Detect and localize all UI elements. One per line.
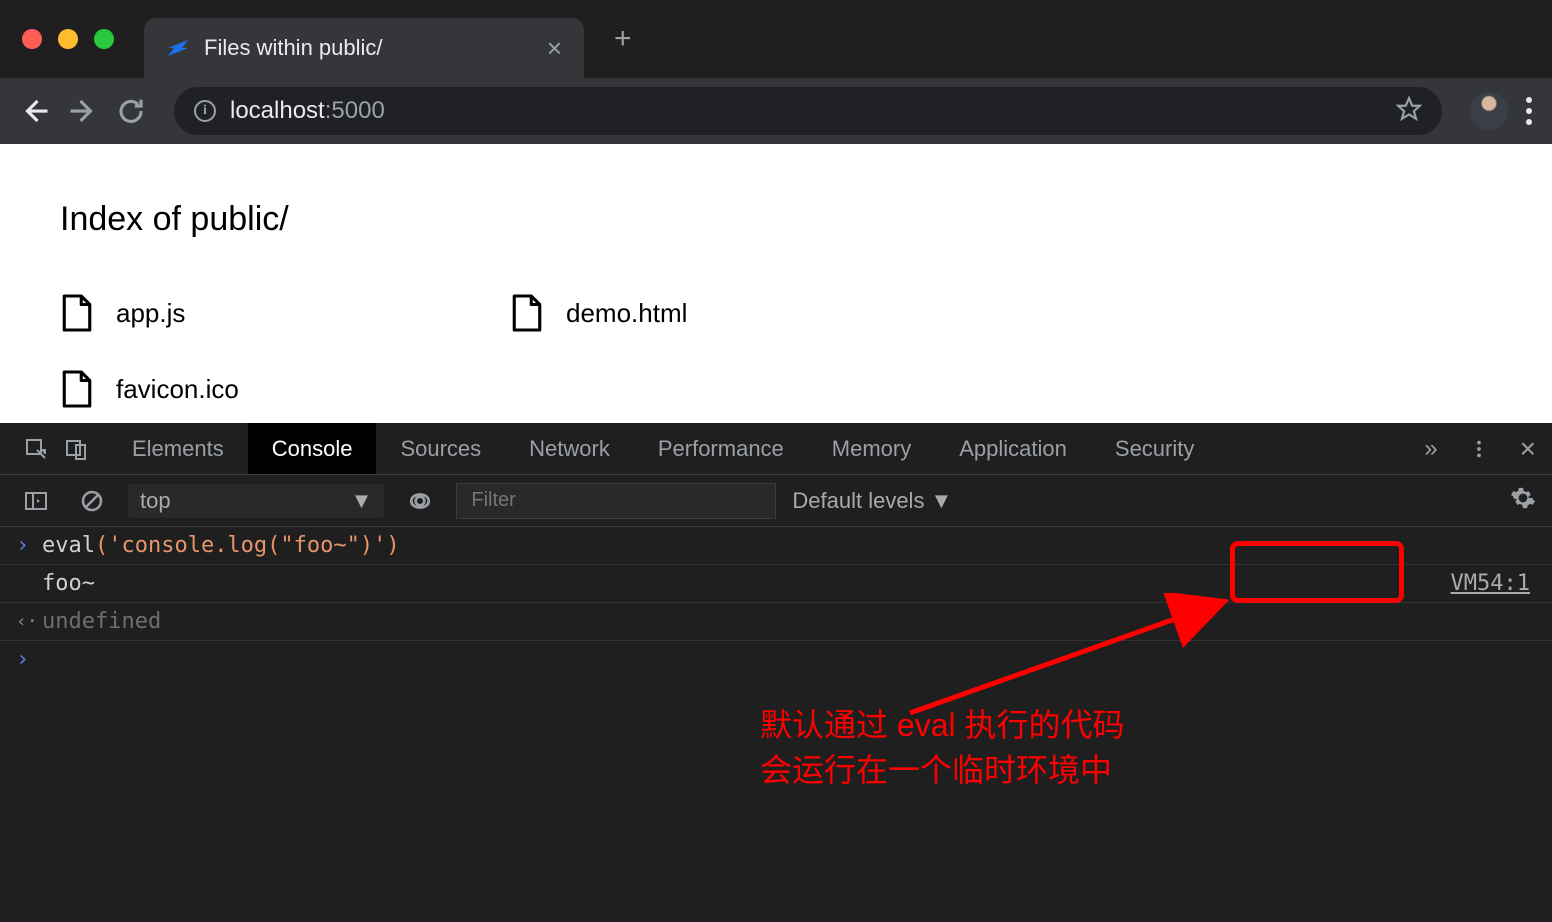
annotation-highlight-box	[1230, 541, 1404, 603]
console-log-text: foo~	[42, 571, 95, 596]
devtools-tab-memory[interactable]: Memory	[808, 423, 935, 474]
console-settings-icon[interactable]	[1510, 485, 1536, 516]
maximize-window-button[interactable]	[94, 29, 114, 49]
file-name: app.js	[116, 298, 185, 329]
devtools-tab-application[interactable]: Application	[935, 423, 1091, 474]
devtools-console-toolbar: top ▼ Default levels ▼	[0, 475, 1552, 527]
close-window-button[interactable]	[22, 29, 42, 49]
devtools-tabbar: Elements Console Sources Network Perform…	[0, 423, 1552, 475]
console-sidebar-toggle-icon[interactable]	[16, 475, 56, 526]
console-code: eval('console.log("foo~")')	[42, 533, 400, 558]
page-body: Index of public/ app.js demo.html favico…	[0, 144, 1552, 423]
console-return-line: ‹· undefined	[0, 603, 1552, 641]
log-levels-selector[interactable]: Default levels ▼	[792, 488, 952, 514]
bookmark-star-icon[interactable]	[1396, 96, 1422, 127]
devtools-close-button[interactable]: ×	[1520, 433, 1536, 465]
devtools-tab-security[interactable]: Security	[1091, 423, 1218, 474]
console-source-link[interactable]: VM54:1	[1451, 571, 1536, 596]
devtools-tab-console[interactable]: Console	[248, 423, 377, 474]
url-port: :5000	[325, 97, 385, 124]
devtools-more-tabs-icon[interactable]: »	[1424, 435, 1437, 463]
clear-console-icon[interactable]	[72, 475, 112, 526]
console-prompt[interactable]: ›	[0, 641, 1552, 678]
back-button[interactable]	[20, 96, 50, 126]
execution-context-selector[interactable]: top ▼	[128, 484, 384, 518]
devtools-tab-sources[interactable]: Sources	[376, 423, 505, 474]
live-expression-icon[interactable]	[400, 475, 440, 526]
forward-button[interactable]	[68, 96, 98, 126]
annotation-text: 默认通过 eval 执行的代码 会运行在一个临时环境中	[760, 703, 1125, 793]
console-return-value: undefined	[42, 609, 161, 634]
devtools-tab-network[interactable]: Network	[505, 423, 634, 474]
site-favicon-icon	[166, 36, 190, 60]
levels-label: Default levels	[792, 488, 924, 514]
chevron-down-icon: ▼	[351, 488, 373, 514]
inspect-element-icon[interactable]	[16, 423, 56, 474]
site-info-icon[interactable]: i	[194, 100, 216, 122]
return-chevron-icon: ‹·	[16, 611, 42, 632]
devtools-panel: Elements Console Sources Network Perform…	[0, 423, 1552, 922]
context-label: top	[140, 488, 171, 514]
annotation-line: 会运行在一个临时环境中	[760, 748, 1125, 793]
address-bar[interactable]: i localhost:5000	[174, 87, 1442, 135]
devtools-tab-elements[interactable]: Elements	[108, 423, 248, 474]
devtools-menu-icon[interactable]	[1468, 438, 1490, 460]
file-icon	[60, 293, 94, 333]
reload-button[interactable]	[116, 96, 146, 126]
file-link[interactable]: demo.html	[510, 293, 960, 333]
tab-close-button[interactable]: ×	[547, 33, 562, 64]
browser-toolbar: i localhost:5000	[0, 78, 1552, 144]
file-icon	[60, 369, 94, 409]
browser-menu-button[interactable]	[1526, 97, 1532, 125]
file-icon	[510, 293, 544, 333]
minimize-window-button[interactable]	[58, 29, 78, 49]
input-chevron-icon: ›	[16, 647, 42, 672]
console-filter-input[interactable]	[456, 483, 776, 519]
file-listing: app.js demo.html favicon.ico	[60, 293, 1492, 409]
profile-avatar[interactable]	[1470, 92, 1508, 130]
tab-title: Files within public/	[204, 35, 533, 61]
file-link[interactable]: favicon.ico	[60, 369, 510, 409]
device-toolbar-icon[interactable]	[56, 423, 96, 474]
new-tab-button[interactable]: +	[614, 22, 632, 56]
chevron-down-icon: ▼	[930, 488, 952, 514]
url-host: localhost	[230, 97, 325, 124]
browser-titlebar: Files within public/ × +	[0, 0, 1552, 78]
file-link[interactable]: app.js	[60, 293, 510, 333]
browser-tab[interactable]: Files within public/ ×	[144, 18, 584, 78]
url-text: localhost:5000	[230, 97, 385, 125]
window-controls	[22, 29, 114, 49]
file-name: demo.html	[566, 298, 687, 329]
devtools-tab-performance[interactable]: Performance	[634, 423, 808, 474]
input-chevron-icon: ›	[16, 533, 42, 558]
file-name: favicon.ico	[116, 374, 239, 405]
annotation-line: 默认通过 eval 执行的代码	[760, 703, 1125, 748]
index-heading: Index of public/	[60, 200, 1492, 239]
